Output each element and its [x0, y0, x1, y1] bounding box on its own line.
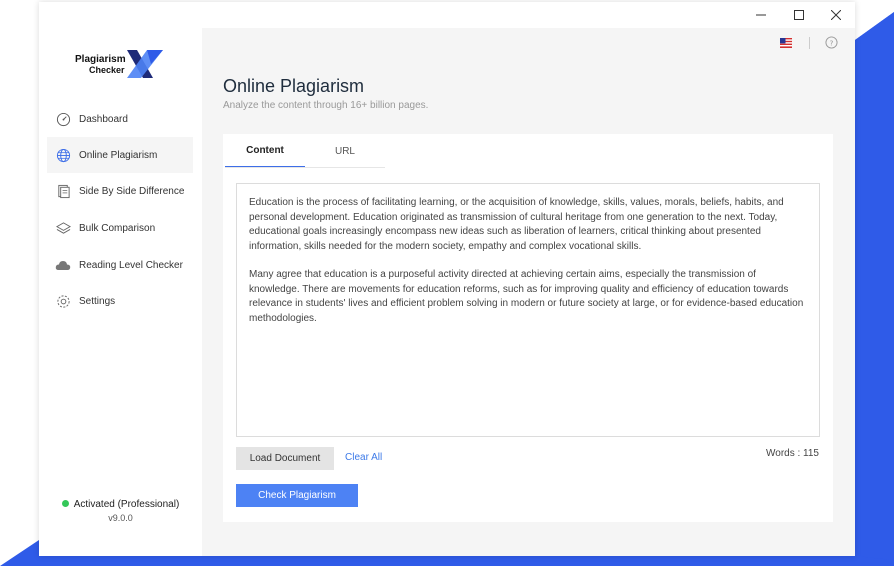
logo-line1: Plagiarism — [75, 54, 126, 65]
help-icon[interactable]: ? — [825, 36, 838, 49]
cloud-icon — [55, 257, 71, 273]
sidebar-item-settings[interactable]: Settings — [47, 283, 193, 319]
content-paragraph-1: Education is the process of facilitating… — [249, 197, 784, 252]
sidebar-item-side-by-side[interactable]: Side By Side Difference — [47, 173, 193, 209]
maximize-icon — [794, 10, 804, 20]
clear-all-link[interactable]: Clear All — [345, 452, 382, 463]
page-title: Online Plagiarism — [223, 76, 365, 96]
header-separator — [809, 37, 810, 49]
logo-line2: Checker — [89, 65, 125, 75]
activation-status: Activated (Professional) — [39, 499, 202, 510]
sidebar-item-bulk-comparison[interactable]: Bulk Comparison — [47, 210, 193, 246]
status-dot — [61, 499, 69, 507]
content-textarea[interactable]: Education is the process of facilitating… — [236, 183, 820, 437]
gear-icon — [55, 293, 71, 309]
sidebar-item-online-plagiarism[interactable]: Online Plagiarism — [47, 137, 193, 173]
tab-content[interactable]: Content — [225, 134, 305, 168]
tab-url[interactable]: URL — [305, 134, 385, 168]
us-flag-icon[interactable] — [780, 38, 792, 48]
check-plagiarism-button[interactable]: Check Plagiarism — [236, 484, 358, 507]
sidebar-item-label: Dashboard — [79, 113, 128, 125]
logo-x-icon — [127, 50, 163, 78]
sidebar-item-label: Bulk Comparison — [79, 222, 156, 234]
close-button[interactable] — [824, 5, 848, 25]
word-count: Words : 115 — [766, 448, 819, 459]
tab-divider — [225, 167, 385, 168]
load-document-button[interactable]: Load Document — [236, 447, 334, 470]
status-text: Activated (Professional) — [73, 499, 180, 510]
globe-icon — [55, 147, 71, 163]
layers-icon — [55, 220, 71, 236]
sidebar: Plagiarism Checker Dashboard Online Plag… — [39, 28, 202, 556]
minimize-button[interactable] — [749, 5, 773, 25]
title-bar — [39, 2, 855, 28]
sidebar-item-label: Side By Side Difference — [79, 185, 185, 197]
content-paragraph-2: Many agree that education is a purposefu… — [249, 269, 804, 324]
app-window: Plagiarism Checker Dashboard Online Plag… — [39, 2, 855, 556]
document-icon — [55, 183, 71, 199]
maximize-button[interactable] — [787, 5, 811, 25]
sidebar-item-label: Settings — [79, 295, 116, 307]
close-icon — [831, 10, 841, 20]
gauge-icon — [55, 111, 71, 127]
app-logo: Plagiarism Checker — [75, 48, 167, 82]
sidebar-item-dashboard[interactable]: Dashboard — [47, 101, 193, 137]
sidebar-item-label: Reading Level Checker — [79, 259, 183, 271]
svg-text:?: ? — [830, 38, 834, 47]
page-subtitle: Analyze the content through 16+ billion … — [223, 100, 429, 111]
sidebar-item-reading-level[interactable]: Reading Level Checker — [47, 247, 193, 283]
sidebar-item-label: Online Plagiarism — [79, 149, 158, 161]
content-card: Content URL Education is the process of … — [223, 134, 833, 522]
minimize-icon — [756, 14, 766, 16]
version-label: v9.0.0 — [108, 513, 133, 523]
